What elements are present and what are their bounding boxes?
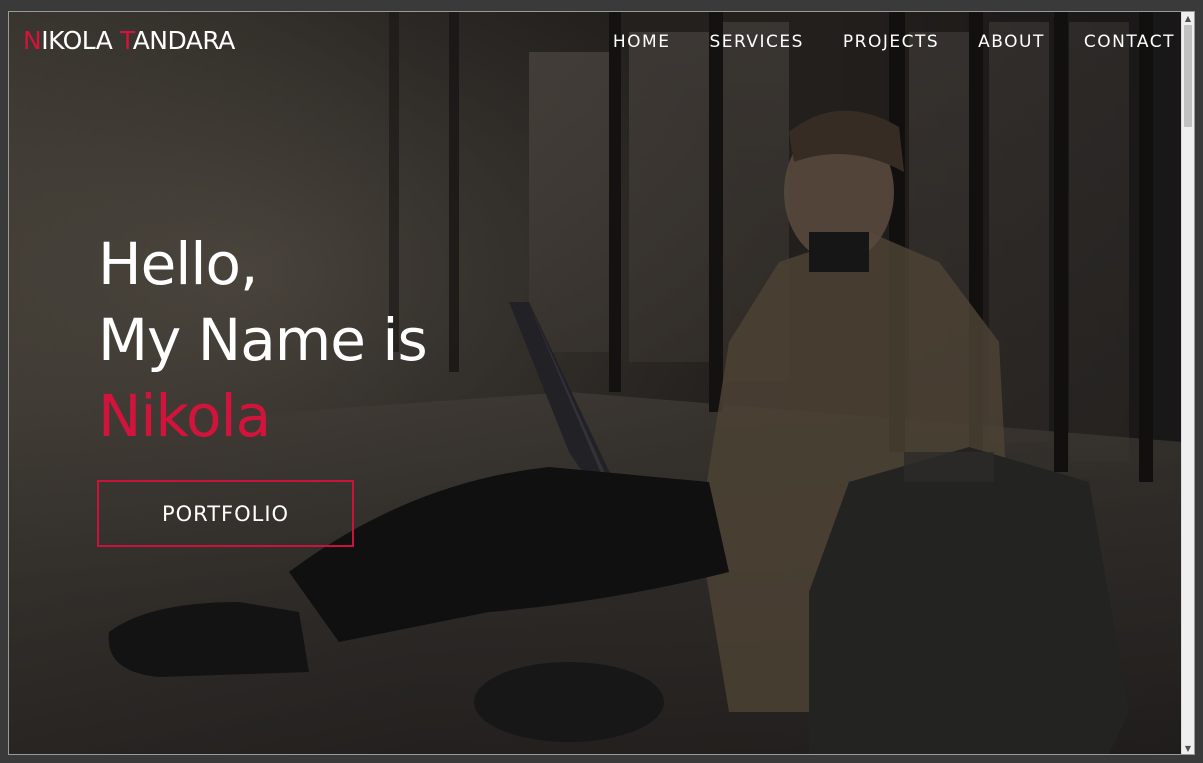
hero-line-my-name: My Name is bbox=[98, 306, 428, 374]
portfolio-button[interactable]: PORTFOLIO bbox=[97, 480, 354, 547]
logo-last-rest: ANDARA bbox=[132, 26, 236, 55]
logo-last-initial: T bbox=[119, 26, 133, 55]
scrollbar-thumb[interactable] bbox=[1184, 25, 1192, 127]
hero-heading: Hello, My Name is Nikola bbox=[98, 226, 428, 454]
logo-first-rest: IKOLA bbox=[41, 26, 120, 55]
triangle-down-icon[interactable]: ▼ bbox=[1182, 742, 1194, 754]
navbar: NIKOLA TANDARA HOME SERVICES PROJECTS AB… bbox=[9, 12, 1183, 72]
nav-contact[interactable]: CONTACT bbox=[1084, 32, 1175, 52]
vertical-scrollbar[interactable]: ▲ ▼ bbox=[1181, 12, 1194, 754]
portfolio-button-label: PORTFOLIO bbox=[161, 501, 290, 526]
browser-window: NIKOLA TANDARA HOME SERVICES PROJECTS AB… bbox=[8, 11, 1195, 755]
triangle-up-icon[interactable]: ▲ bbox=[1182, 12, 1194, 24]
nav-projects[interactable]: PROJECTS bbox=[843, 32, 939, 52]
main-nav: HOME SERVICES PROJECTS ABOUT CONTACT bbox=[613, 32, 1175, 52]
nav-services[interactable]: SERVICES bbox=[709, 32, 803, 52]
site-logo[interactable]: NIKOLA TANDARA bbox=[23, 26, 235, 55]
hero-line-hello: Hello, bbox=[98, 230, 258, 298]
nav-home[interactable]: HOME bbox=[613, 32, 671, 52]
page-viewport: NIKOLA TANDARA HOME SERVICES PROJECTS AB… bbox=[9, 12, 1183, 754]
hero-name: Nikola bbox=[98, 382, 271, 450]
logo-first-initial: N bbox=[23, 26, 42, 55]
nav-about[interactable]: ABOUT bbox=[978, 32, 1045, 52]
